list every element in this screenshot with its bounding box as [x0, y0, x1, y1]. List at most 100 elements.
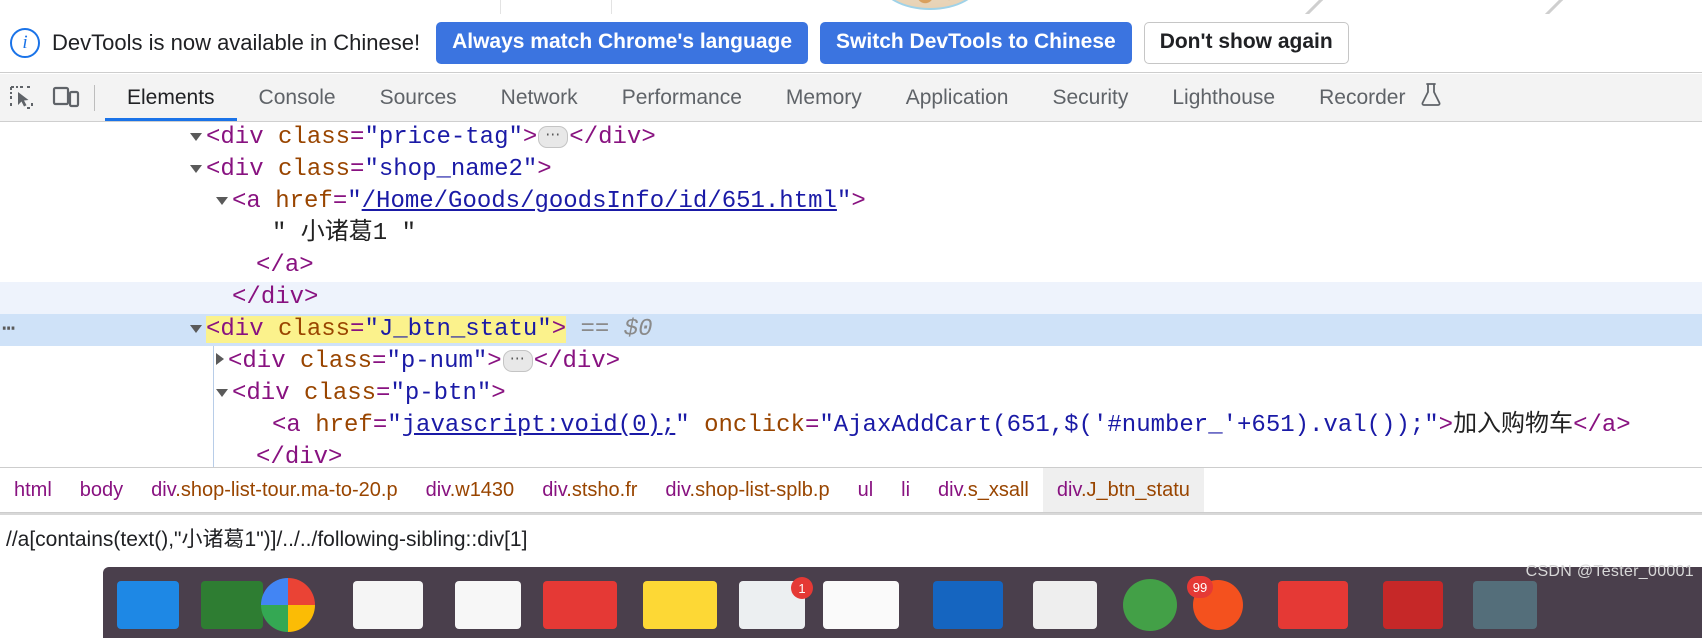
attribute-value: "J_btn_statu"	[364, 316, 552, 343]
node-markup: </a>	[256, 252, 314, 279]
always-match-language-button[interactable]: Always match Chrome's language	[436, 21, 809, 65]
devtools-tab-bar: Elements Console Sources Network Perform…	[0, 74, 1702, 122]
syntax: </	[256, 252, 285, 279]
row-p-btn[interactable]: <div class="p-btn">	[0, 378, 1702, 410]
syntax: </	[569, 124, 599, 151]
breadcrumb-item-div-stsho-fr[interactable]: div.stsho.fr	[528, 468, 651, 512]
taskbar-icon-7[interactable]	[643, 581, 717, 629]
tab-sources[interactable]: Sources	[358, 74, 479, 121]
breadcrumb-item-html[interactable]: html	[0, 468, 66, 512]
breadcrumb-item-body[interactable]: body	[66, 468, 137, 512]
syntax: >	[551, 316, 567, 343]
tab-network[interactable]: Network	[479, 74, 600, 121]
row-shop-name2[interactable]: <div class="shop_name2">	[0, 154, 1702, 186]
breadcrumb-item-div-J_btn_statu[interactable]: div.J_btn_statu	[1042, 468, 1204, 512]
no-toggle	[240, 460, 252, 461]
attribute-value: "price-tag"	[364, 124, 523, 151]
expand-toggle-icon[interactable]	[216, 197, 228, 205]
breadcrumb-item-div-s_xsall[interactable]: div.s_xsall	[924, 468, 1043, 512]
dont-show-again-button[interactable]: Don't show again	[1143, 21, 1349, 65]
breadcrumb-item-div-shop-list-splb-p[interactable]: div.shop-list-splb.p	[651, 468, 843, 512]
breadcrumb-item-div-shop-list-tour-ma-to-20-p[interactable]: div.shop-list-tour.ma-to-20.p	[137, 468, 411, 512]
syntax: >	[605, 348, 621, 375]
breadcrumb-item-ul[interactable]: ul	[844, 468, 888, 512]
breadcrumb-tag: div	[938, 479, 963, 501]
tab-lighthouse[interactable]: Lighthouse	[1150, 74, 1297, 121]
collapsed-children-badge[interactable]: ⋯	[502, 350, 533, 372]
attribute-link[interactable]: /Home/Goods/goodsInfo/id/651.html	[362, 188, 837, 215]
taskbar-icon-4[interactable]	[353, 581, 423, 629]
attribute-value: "	[675, 412, 690, 439]
syntax: >	[487, 348, 502, 375]
tab-application[interactable]: Application	[884, 74, 1031, 121]
taskbar-icon-1[interactable]	[117, 581, 179, 629]
syntax: >	[537, 156, 552, 183]
expand-toggle-icon[interactable]	[216, 353, 224, 365]
syntax: </	[1573, 412, 1602, 439]
breadcrumb-classes: .w1430	[449, 479, 515, 501]
row-p-num[interactable]: <div class="p-num"> ⋯ </div>	[0, 346, 1702, 378]
taskbar-icon-13[interactable]: 99	[1187, 576, 1243, 630]
dom-search-bar[interactable]: //a[contains(text(),"小诸葛1")]/../../follo…	[0, 513, 1702, 561]
row-close-div-pbtn[interactable]: </div>	[0, 442, 1702, 467]
tab-security[interactable]: Security	[1030, 74, 1150, 121]
row-text-node[interactable]: " 小诸葛1 "	[0, 218, 1702, 250]
taskbar-icon-11[interactable]	[1033, 581, 1097, 629]
syntax: <	[206, 156, 221, 183]
tab-performance[interactable]: Performance	[600, 74, 764, 121]
tab-elements[interactable]: Elements	[105, 74, 237, 121]
taskbar-icon-14[interactable]	[1278, 581, 1348, 629]
breadcrumb-classes: .shop-list-splb.p	[689, 479, 830, 501]
syntax: <	[228, 348, 243, 375]
breadcrumb-item-li[interactable]: li	[887, 468, 924, 512]
row-j-btn-statu[interactable]: ⋯ <div class="J_btn_statu"> == $0	[0, 314, 1702, 346]
no-toggle	[240, 268, 252, 269]
taskbar-icon-2[interactable]	[201, 581, 263, 629]
row-price-tag[interactable]: <div class="price-tag"> ⋯ </div>	[0, 122, 1702, 154]
breadcrumb-item-div-w1430[interactable]: div.w1430	[412, 468, 529, 512]
attribute-value: "AjaxAddCart(651,$('#number_'+651).val()…	[819, 412, 1439, 439]
row-close-div-shopname[interactable]: </div>	[0, 282, 1702, 314]
row-close-a[interactable]: </a>	[0, 250, 1702, 282]
expand-toggle-icon[interactable]	[216, 389, 228, 397]
breadcrumb-classes: .stsho.fr	[566, 479, 638, 501]
expand-toggle-icon[interactable]	[190, 133, 202, 141]
taskbar-icon-10[interactable]	[933, 581, 1003, 629]
attribute-link[interactable]: javascript:void(0);	[402, 412, 676, 439]
tab-recorder[interactable]: Recorder	[1297, 74, 1464, 121]
row-anchor-goods[interactable]: <a href="/Home/Goods/goodsInfo/id/651.ht…	[0, 186, 1702, 218]
taskbar-icon-15[interactable]	[1383, 581, 1443, 629]
taskbar-icon-8[interactable]: 1	[739, 577, 813, 629]
os-taskbar: 1 99 CSDN @Tester_00001	[0, 561, 1702, 638]
device-toolbar-icon[interactable]	[44, 76, 88, 120]
syntax: >	[851, 188, 866, 215]
tab-memory[interactable]: Memory	[764, 74, 884, 121]
search-input[interactable]: //a[contains(text(),"小诸葛1")]/../../follo…	[0, 523, 527, 553]
switch-to-chinese-button[interactable]: Switch DevTools to Chinese	[820, 21, 1132, 65]
syntax: <	[232, 188, 247, 215]
tag-name: div	[284, 444, 329, 467]
breadcrumb-tag: div	[542, 479, 567, 501]
taskbar-icon-5[interactable]	[455, 581, 521, 629]
expand-toggle-icon[interactable]	[190, 325, 202, 333]
node-suffix: == $0	[566, 316, 653, 343]
syntax: =	[372, 348, 387, 375]
inspect-element-icon[interactable]	[0, 76, 44, 120]
product-cell	[500, 0, 612, 14]
taskbar-icon-chrome[interactable]	[261, 578, 315, 632]
taskbar-icon-16[interactable]	[1473, 581, 1537, 629]
taskbar-icon-12[interactable]	[1123, 579, 1177, 631]
expand-toggle-icon[interactable]	[190, 165, 202, 173]
collapsed-children-badge[interactable]: ⋯	[538, 126, 569, 148]
row-add-cart-anchor[interactable]: <a href="javascript:void(0);" onclick="A…	[0, 410, 1702, 442]
node-markup: <div class="J_btn_statu">	[206, 316, 567, 343]
tag-name: a	[1601, 412, 1617, 439]
elements-dom-tree[interactable]: <div class="price-tag"> ⋯ </div> <div class…	[0, 122, 1702, 467]
syntax: ==	[580, 316, 610, 343]
taskbar-icon-6[interactable]	[543, 581, 617, 629]
taskbar-icon-9[interactable]	[823, 581, 899, 629]
tab-console[interactable]: Console	[237, 74, 358, 121]
notification-message: DevTools is now available in Chinese!	[52, 30, 421, 55]
syntax: <	[206, 124, 221, 151]
overflow-dots: ⋯	[2, 317, 17, 342]
